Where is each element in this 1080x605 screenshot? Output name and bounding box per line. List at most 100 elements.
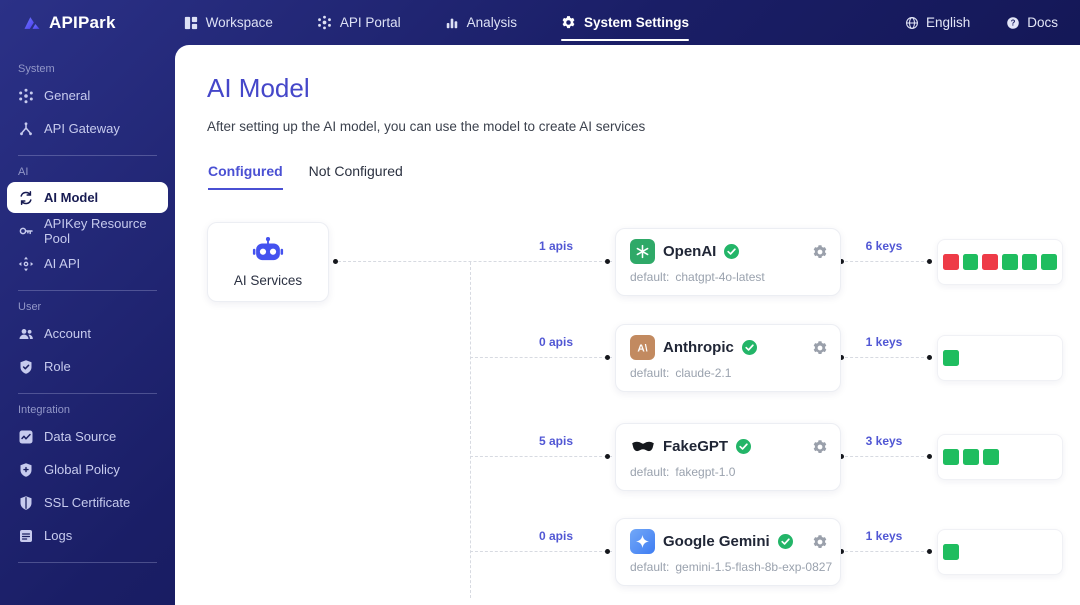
top-navigation: Workspace API Portal Analysis System Set… bbox=[184, 0, 690, 45]
globe-icon bbox=[905, 16, 919, 30]
language-label: English bbox=[925, 15, 971, 30]
key-status-card bbox=[937, 335, 1063, 381]
sidebar-item-label: Role bbox=[44, 359, 71, 374]
sidebar-item-label: AI API bbox=[44, 256, 81, 271]
provider-settings-gear-icon[interactable] bbox=[812, 340, 828, 356]
tab-not-configured[interactable]: Not Configured bbox=[309, 163, 403, 190]
svg-text:A\: A\ bbox=[637, 343, 647, 354]
apis-count-label: 5 apis bbox=[538, 434, 573, 448]
apis-count-label: 0 apis bbox=[538, 335, 573, 349]
sidebar-item-ai-model[interactable]: AI Model bbox=[7, 182, 168, 213]
sidebar-item-apikey-resource-pool[interactable]: APIKey Resource Pool bbox=[0, 214, 175, 247]
provider-card-google-gemini[interactable]: Google Gemini default: gemini-1.5-flash-8… bbox=[615, 518, 841, 586]
default-label: default: bbox=[630, 560, 670, 574]
nav-system-settings[interactable]: System Settings bbox=[560, 0, 690, 45]
provider-settings-gear-icon[interactable] bbox=[812, 439, 828, 455]
sidebar-item-general[interactable]: General bbox=[0, 79, 175, 112]
connector-dot bbox=[927, 355, 932, 360]
apis-count-label: 0 apis bbox=[538, 529, 573, 543]
openai-logo-icon bbox=[630, 239, 655, 264]
language-selector[interactable]: English bbox=[905, 15, 970, 30]
sidebar-item-role[interactable]: Role bbox=[0, 350, 175, 383]
provider-name: FakeGPT bbox=[663, 438, 729, 455]
fakegpt-mask-icon bbox=[630, 434, 655, 459]
shield-half-icon bbox=[18, 495, 34, 511]
nav-label: Analysis bbox=[466, 15, 517, 30]
sidebar: System General API Gateway AI AI Model A… bbox=[0, 45, 175, 605]
connector-dot bbox=[605, 549, 610, 554]
status-check-icon bbox=[724, 244, 740, 259]
connector-line bbox=[845, 357, 929, 358]
tab-configured[interactable]: Configured bbox=[208, 163, 283, 190]
connector-dot bbox=[605, 355, 610, 360]
key-status-card bbox=[937, 434, 1063, 480]
key-status-card bbox=[937, 529, 1063, 575]
asterisk-icon bbox=[18, 88, 34, 104]
nav-workspace[interactable]: Workspace bbox=[184, 0, 273, 45]
key-status-square bbox=[1002, 254, 1018, 270]
default-model-value: gemini-1.5-flash-8b-exp-0827 bbox=[675, 560, 833, 574]
sidebar-divider bbox=[18, 562, 157, 563]
gemini-logo-icon bbox=[630, 529, 655, 554]
key-status-square bbox=[1041, 254, 1058, 270]
connector-dot bbox=[927, 259, 932, 264]
sidebar-item-label: Data Source bbox=[44, 429, 117, 444]
provider-card-openai[interactable]: OpenAI default: chatgpt-4o-latest bbox=[615, 228, 841, 296]
key-status-square bbox=[963, 449, 979, 465]
provider-card-fakegpt[interactable]: FakeGPT default: fakegpt-1.0 bbox=[615, 423, 841, 491]
sidebar-item-label: APIKey Resource Pool bbox=[44, 215, 147, 246]
sidebar-item-api-gateway[interactable]: API Gateway bbox=[0, 112, 175, 145]
nav-label: Workspace bbox=[205, 15, 273, 30]
status-check-icon bbox=[777, 534, 793, 549]
page-description: After setting up the AI model, you can u… bbox=[207, 119, 646, 134]
sidebar-item-label: SSL Certificate bbox=[44, 495, 131, 510]
sidebar-item-logs[interactable]: Logs bbox=[0, 519, 175, 552]
app-logo[interactable]: APIPark bbox=[22, 13, 116, 33]
docs-link[interactable]: ? Docs bbox=[1006, 15, 1058, 30]
nav-label: API Portal bbox=[339, 15, 401, 30]
nav-api-portal[interactable]: API Portal bbox=[317, 0, 401, 45]
sidebar-item-ai-api[interactable]: AI API bbox=[0, 247, 175, 280]
status-check-icon bbox=[741, 340, 757, 355]
keys-count-label: 1 keys bbox=[865, 335, 903, 349]
key-status-square bbox=[962, 254, 979, 270]
bar-chart-icon bbox=[445, 16, 459, 30]
document-lines-icon bbox=[18, 528, 34, 544]
apis-count-label: 1 apis bbox=[538, 239, 573, 253]
shield-check-icon bbox=[18, 359, 34, 375]
connector-line bbox=[845, 456, 929, 457]
ai-services-node: AI Services bbox=[207, 222, 329, 302]
default-label: default: bbox=[630, 270, 670, 284]
sidebar-item-account[interactable]: Account bbox=[0, 317, 175, 350]
app-name: APIPark bbox=[49, 12, 116, 32]
default-model-row: default: claude-2.1 bbox=[630, 366, 828, 380]
connector-line bbox=[845, 261, 929, 262]
four-arrows-icon bbox=[18, 256, 34, 272]
sidebar-item-global-policy[interactable]: Global Policy bbox=[0, 453, 175, 486]
page-title: AI Model bbox=[207, 73, 310, 103]
default-model-row: default: chatgpt-4o-latest bbox=[630, 270, 828, 284]
sidebar-item-label: Account bbox=[44, 326, 91, 341]
tabs: Configured Not Configured bbox=[208, 163, 403, 190]
default-model-value: chatgpt-4o-latest bbox=[675, 270, 765, 284]
nav-analysis[interactable]: Analysis bbox=[445, 0, 517, 45]
key-status-square bbox=[943, 254, 959, 270]
connector-line bbox=[470, 456, 612, 457]
provider-settings-gear-icon[interactable] bbox=[812, 534, 828, 550]
connector-line bbox=[470, 357, 612, 358]
keys-count-label: 6 keys bbox=[865, 239, 903, 253]
shield-plus-icon bbox=[18, 462, 34, 478]
keys-count-label: 1 keys bbox=[865, 529, 903, 543]
main-panel: AI Model After setting up the AI model, … bbox=[175, 45, 1080, 605]
sidebar-item-label: General bbox=[44, 88, 91, 103]
help-circle-icon: ? bbox=[1006, 16, 1020, 30]
provider-card-anthropic[interactable]: A\ Anthropic default: claude-2.1 bbox=[615, 324, 841, 392]
provider-name: OpenAI bbox=[663, 243, 717, 260]
api-portal-icon bbox=[317, 15, 332, 30]
key-status-square bbox=[983, 449, 999, 465]
provider-settings-gear-icon[interactable] bbox=[812, 244, 828, 260]
svg-text:?: ? bbox=[1011, 18, 1016, 27]
sidebar-item-ssl-certificate[interactable]: SSL Certificate bbox=[0, 486, 175, 519]
sidebar-item-data-source[interactable]: Data Source bbox=[0, 420, 175, 453]
default-model-value: fakegpt-1.0 bbox=[675, 465, 736, 479]
